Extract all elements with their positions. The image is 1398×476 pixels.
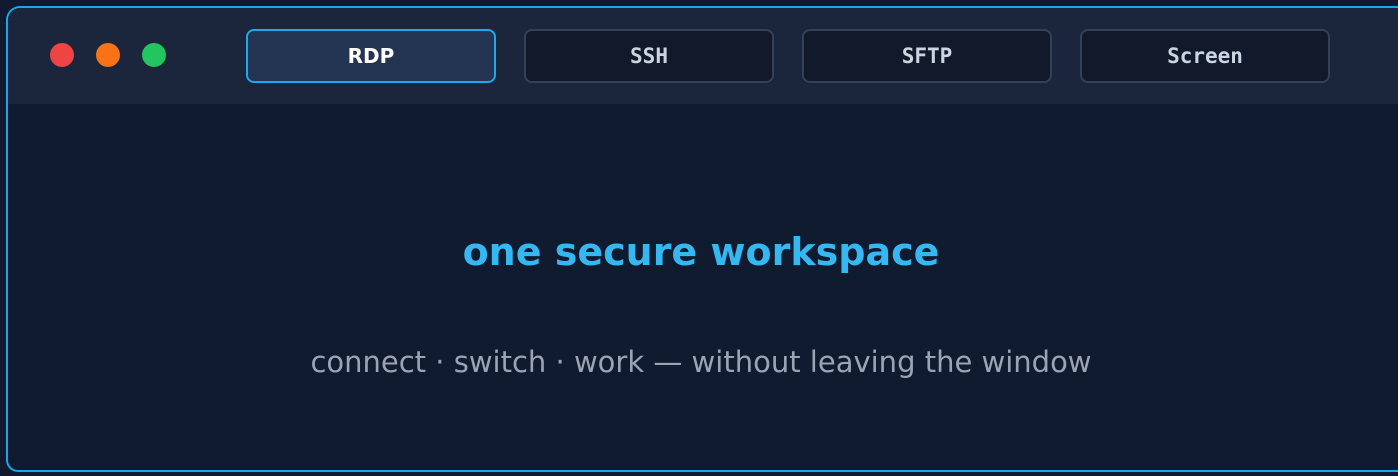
minimize-window-button[interactable] xyxy=(96,43,120,67)
title-bar: RDP SSH SFTP Screen xyxy=(8,8,1398,104)
tab-screen[interactable]: Screen xyxy=(1080,29,1330,83)
workspace-tagline: connect · switch · work — without leavin… xyxy=(310,345,1092,379)
tab-rdp[interactable]: RDP xyxy=(246,29,496,83)
tab-sftp[interactable]: SFTP xyxy=(802,29,1052,83)
close-window-button[interactable] xyxy=(50,43,74,67)
app-window: RDP SSH SFTP Screen one secure workspace… xyxy=(6,6,1398,472)
workspace-headline: one secure workspace xyxy=(462,230,940,274)
tab-ssh[interactable]: SSH xyxy=(524,29,774,83)
maximize-window-button[interactable] xyxy=(142,43,166,67)
